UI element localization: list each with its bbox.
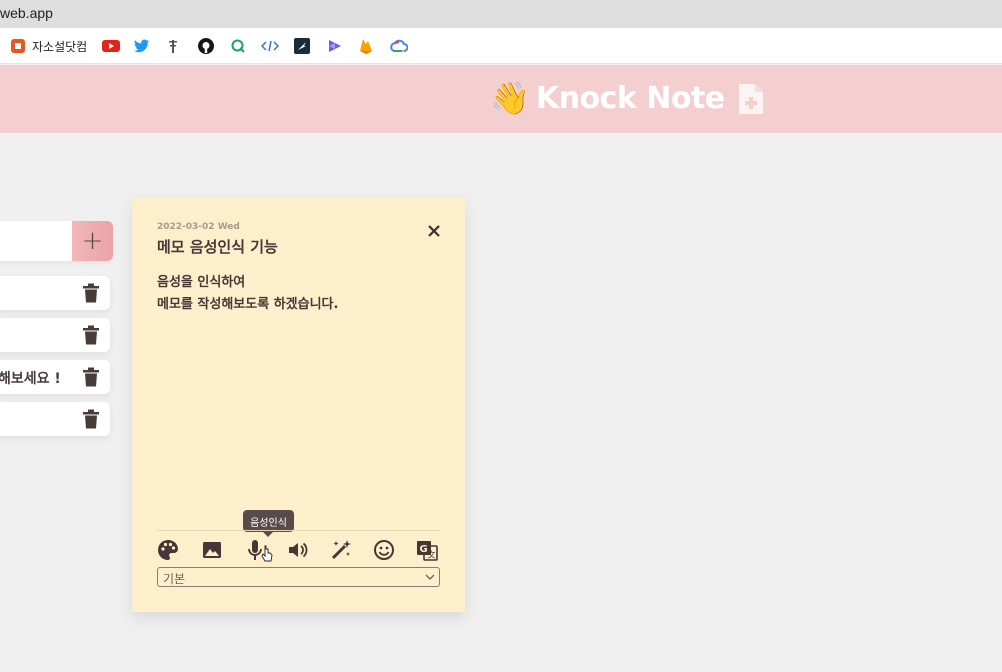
pointer-cursor-icon bbox=[261, 545, 273, 562]
bookmark-code[interactable] bbox=[261, 37, 279, 55]
bookmark-github[interactable] bbox=[198, 37, 214, 55]
bookmark-zap[interactable] bbox=[294, 37, 310, 55]
app-header: 👋 Knock Note bbox=[0, 65, 1002, 133]
font-select-value: 기본 bbox=[163, 572, 186, 586]
search-q-icon bbox=[231, 39, 245, 53]
bookmark-shape[interactable] bbox=[327, 37, 343, 55]
bookmark-jasoseol[interactable]: 자소설닷컴 bbox=[10, 37, 87, 55]
app-title: Knock Note bbox=[535, 80, 725, 116]
note-date: 2022-03-02 Wed bbox=[157, 222, 240, 232]
list-item[interactable] bbox=[0, 402, 110, 436]
trash-icon[interactable] bbox=[82, 283, 100, 303]
note-title[interactable]: 메모 음성인식 기능 bbox=[157, 236, 278, 257]
bookmark-label: 자소설닷컴 bbox=[32, 39, 88, 54]
voice-recognition-tooltip: 음성인식 bbox=[243, 510, 294, 537]
zap-icon bbox=[294, 38, 310, 54]
code-icon bbox=[261, 40, 279, 52]
bookmark-twitter[interactable] bbox=[134, 37, 150, 55]
list-item[interactable] bbox=[0, 318, 110, 352]
youtube-icon bbox=[102, 40, 120, 52]
tree-icon bbox=[169, 40, 177, 53]
note-body[interactable]: 음성을 인식하여 메모를 작성해보도록 하겠습니다. bbox=[157, 272, 338, 316]
trash-icon[interactable] bbox=[82, 367, 100, 387]
firebase-icon bbox=[360, 39, 372, 54]
trash-icon[interactable] bbox=[82, 325, 100, 345]
list-item[interactable] bbox=[0, 276, 110, 310]
shape-icon bbox=[329, 40, 341, 52]
browser-url-bar[interactable]: web.app bbox=[0, 0, 1002, 28]
brand[interactable]: 👋 Knock Note bbox=[490, 80, 725, 116]
waving-hand-icon: 👋 bbox=[490, 79, 530, 117]
note-toolbar: G 文 bbox=[157, 539, 440, 561]
bookmark-q[interactable] bbox=[231, 37, 245, 55]
bookmarks-bar: 자소설닷컴 bbox=[0, 28, 1002, 64]
svg-text:文: 文 bbox=[428, 550, 436, 560]
volume-icon[interactable] bbox=[287, 539, 309, 561]
bookmark-firebase[interactable] bbox=[359, 37, 373, 55]
trash-icon[interactable] bbox=[82, 409, 100, 429]
translate-icon[interactable]: G 文 bbox=[416, 539, 438, 561]
office-icon bbox=[11, 39, 25, 53]
github-icon bbox=[198, 38, 214, 54]
cloud-icon bbox=[390, 39, 408, 52]
svg-text:G: G bbox=[420, 544, 428, 555]
smile-icon[interactable] bbox=[373, 539, 395, 561]
font-select[interactable]: 기본 bbox=[157, 567, 440, 587]
list-item[interactable]: 해보세요 ! bbox=[0, 360, 110, 394]
palette-icon[interactable] bbox=[157, 539, 179, 561]
twitter-icon bbox=[134, 39, 149, 53]
url-text[interactable]: web.app bbox=[0, 5, 53, 21]
magic-wand-icon[interactable] bbox=[330, 539, 352, 561]
note-card: 2022-03-02 Wed 메모 음성인식 기능 음성을 인식하여 메모를 작… bbox=[132, 198, 465, 612]
chevron-down-icon bbox=[425, 574, 435, 580]
bookmark-youtube[interactable] bbox=[102, 37, 120, 55]
divider bbox=[157, 530, 440, 531]
image-icon[interactable] bbox=[201, 539, 223, 561]
close-icon[interactable] bbox=[427, 224, 441, 238]
add-memo-button[interactable]: + bbox=[72, 221, 113, 261]
bookmark-tree[interactable] bbox=[167, 37, 179, 55]
list-item-text: 해보세요 ! bbox=[0, 371, 61, 387]
bookmark-cloud[interactable] bbox=[390, 37, 408, 55]
new-note-icon[interactable] bbox=[736, 82, 766, 116]
